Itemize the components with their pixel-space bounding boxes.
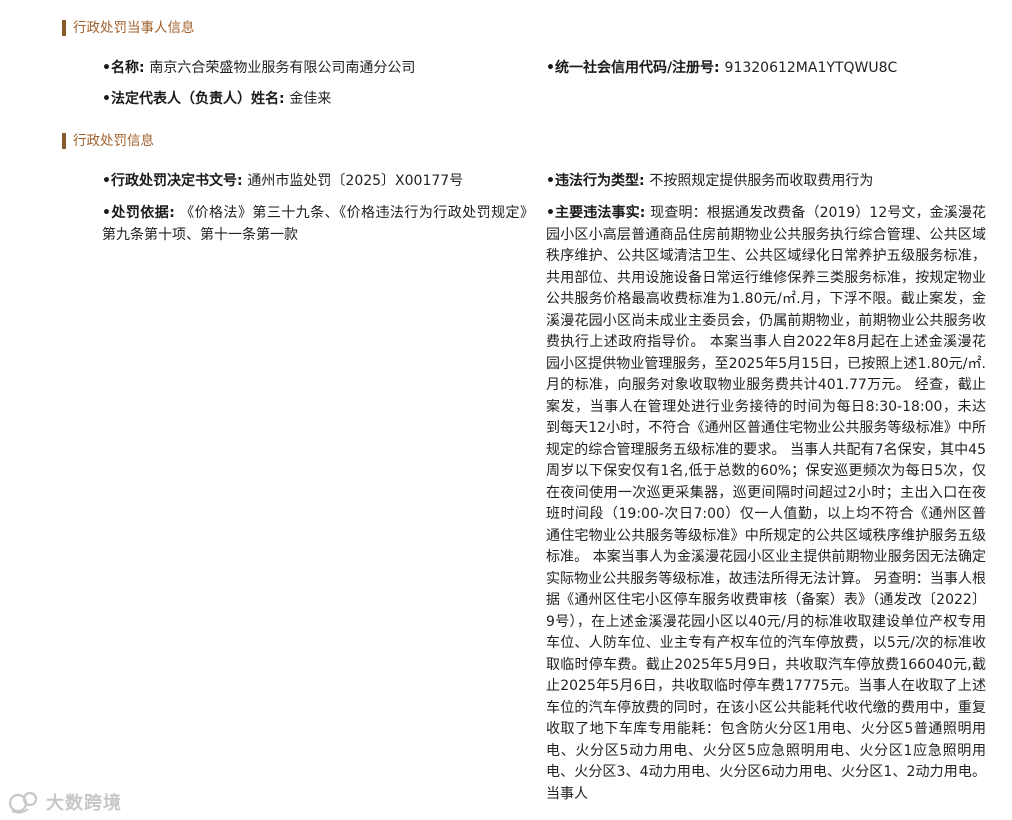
party-section-title: 行政处罚当事人信息 [73, 20, 195, 36]
legal-rep-field: •法定代表人（负责人）姓名: 金佳来 [102, 89, 534, 111]
watermark-text: 大数跨境 [46, 793, 122, 814]
watermark: 大数跨境 [8, 788, 122, 816]
main-facts-label: •主要违法事实: [546, 205, 651, 221]
legal-rep-label: •法定代表人（负责人）姓名: [102, 91, 290, 107]
party-name-label: •名称: [102, 60, 150, 76]
party-name-field: •名称: 南京六合荣盛物业服务有限公司南通分公司 [102, 58, 534, 80]
party-section-header: 行政处罚当事人信息 [62, 19, 195, 37]
legal-rep-value: 金佳来 [289, 91, 332, 107]
violation-type-field: •违法行为类型: 不按照规定提供服务而收取费用行为 [546, 171, 986, 193]
violation-type-value: 不按照规定提供服务而收取费用行为 [649, 173, 874, 189]
watermark-logo-icon [8, 791, 38, 814]
penalty-basis-field: •处罚依据: 《价格法》第三十九条、《价格违法行为行政处罚规定》第九条第十项、第… [102, 203, 534, 246]
decision-doc-no-label: •行政处罚决定书文号: [102, 173, 248, 189]
section-marker [62, 133, 66, 149]
penalty-section-header: 行政处罚信息 [62, 132, 154, 150]
credit-code-field: •统一社会信用代码/注册号: 91320612MA1YTQWU8C [546, 58, 986, 80]
credit-code-label: •统一社会信用代码/注册号: [546, 60, 725, 76]
main-facts-value: 现查明：根据通发改费备（2019）12号文，金溪漫花园小区小高层普通商品住房前期… [546, 205, 986, 802]
credit-code-value: 91320612MA1YTQWU8C [724, 60, 898, 76]
main-facts-field: •主要违法事实: 现查明：根据通发改费备（2019）12号文，金溪漫花园小区小高… [546, 203, 986, 805]
violation-type-label: •违法行为类型: [546, 173, 650, 189]
penalty-section-title: 行政处罚信息 [73, 133, 154, 149]
party-name-value: 南京六合荣盛物业服务有限公司南通分公司 [149, 60, 416, 76]
penalty-basis-label: •处罚依据: [102, 205, 181, 221]
decision-doc-no-value: 通州市监处罚〔2025〕X00177号 [247, 173, 464, 189]
decision-doc-no-field: •行政处罚决定书文号: 通州市监处罚〔2025〕X00177号 [102, 171, 534, 193]
section-marker [62, 20, 66, 36]
